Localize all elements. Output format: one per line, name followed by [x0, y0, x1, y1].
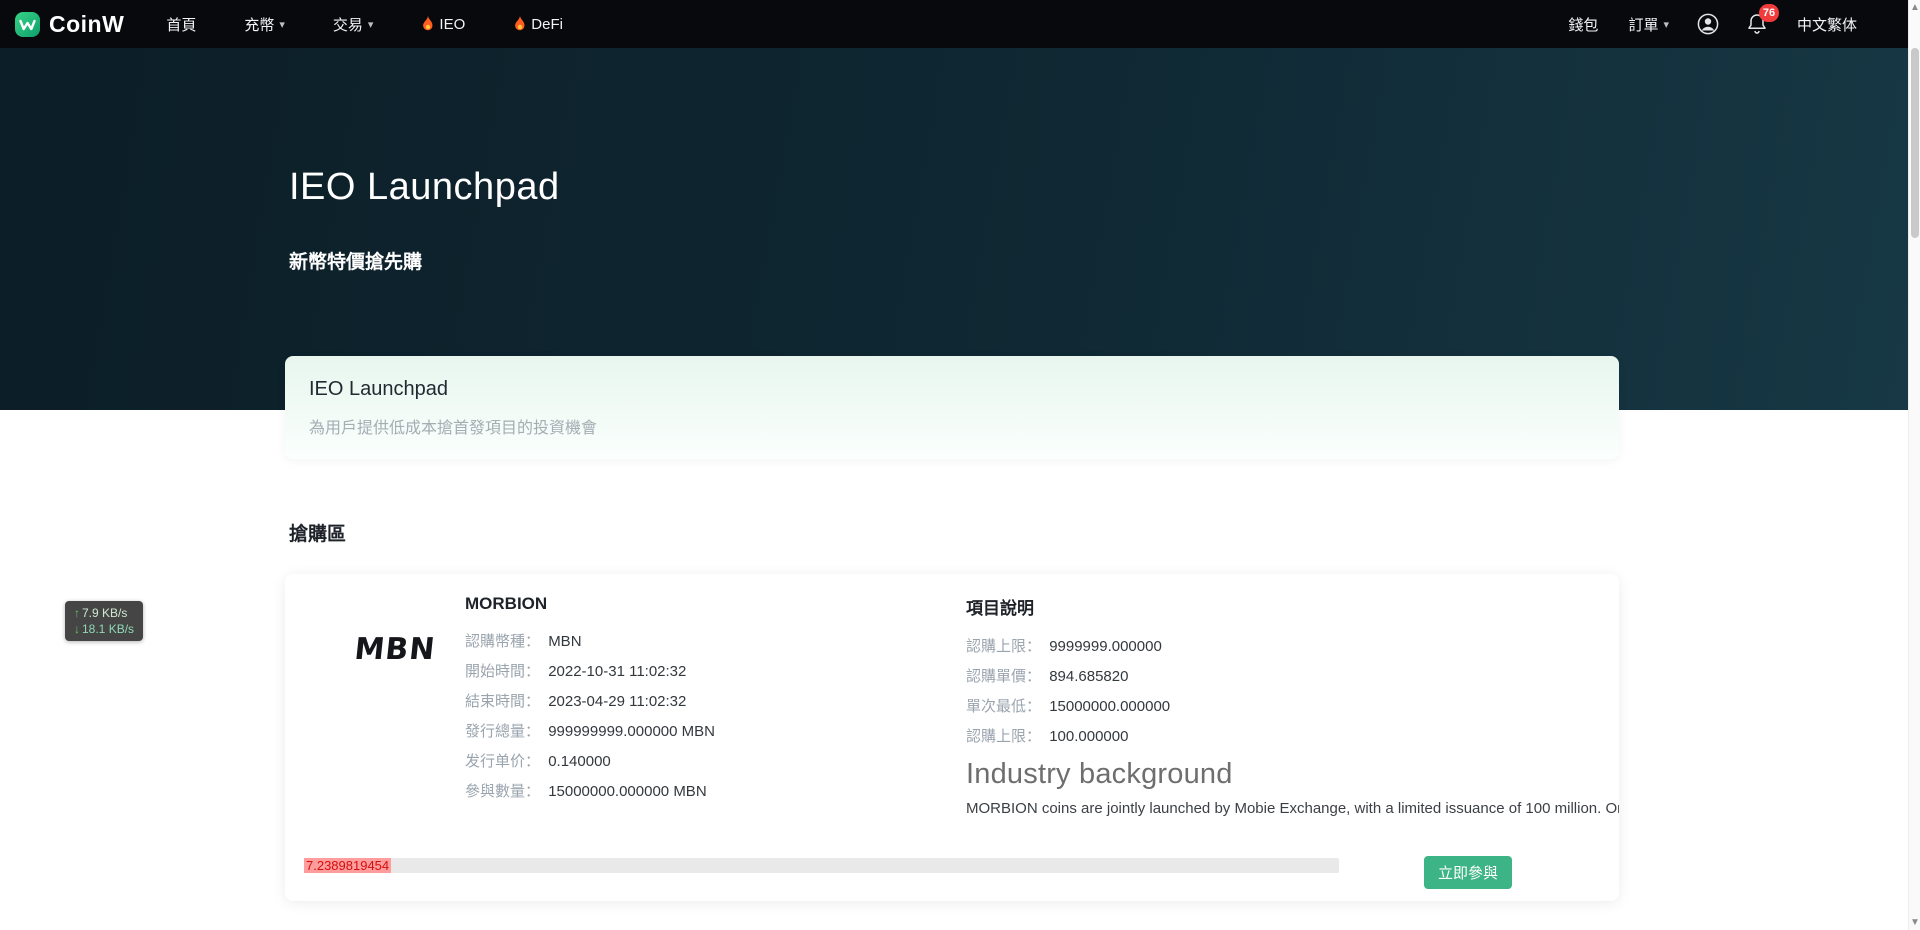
intro-description: 為用戶提供低成本搶首發項目的投資機會 [309, 414, 1595, 438]
description-title: 項目說明 [966, 594, 1619, 619]
scrollbar-thumb[interactable] [1911, 48, 1919, 238]
main-content: IEO Launchpad 為用戶提供低成本搶首發項目的投資機會 搶購區 MBN… [285, 356, 1619, 901]
detail-label: 參與數量： [465, 783, 540, 800]
page-title: IEO Launchpad [289, 166, 1920, 209]
progress-value: 7.2389819454 [304, 858, 391, 873]
project-card: MBN MORBION 認購幣種： MBN 開始時間： 2022-10-31 1… [285, 574, 1619, 901]
upload-arrow-icon: ↑ [74, 606, 80, 620]
nav-label: 訂單 [1628, 14, 1658, 35]
project-name: MORBION [465, 594, 945, 614]
subscription-progress-bar: 7.2389819454 [304, 858, 1339, 873]
download-arrow-icon: ↓ [74, 622, 80, 636]
nav-item-ieo[interactable]: IEO [421, 16, 465, 33]
table-row: 發行總量： 999999999.000000 MBN [465, 717, 945, 747]
section-title: 搶購區 [285, 519, 1619, 546]
nav-item-deposit[interactable]: 充幣 ▾ [244, 14, 285, 35]
scroll-down-arrow-icon[interactable]: ▼ [1909, 917, 1920, 928]
nav-label: 交易 [333, 14, 363, 35]
detail-label: 開始時間： [465, 663, 540, 680]
nav-label: 充幣 [244, 14, 274, 35]
detail-value: MBN [548, 633, 581, 650]
network-speed-overlay: ↑7.9 KB/s ↓18.1 KB/s [65, 601, 143, 641]
detail-value: 9999999.000000 [1049, 638, 1162, 655]
nav-item-home[interactable]: 首頁 [166, 14, 196, 35]
nav-label: IEO [439, 16, 465, 33]
detail-label: 結束時間： [465, 693, 540, 710]
scroll-up-arrow-icon[interactable]: ▲ [1909, 2, 1920, 13]
table-row: 認購單價： 894.685820 [966, 662, 1619, 692]
detail-label: 單次最低： [966, 698, 1041, 715]
table-row: 認購上限： 9999999.000000 [966, 632, 1619, 662]
table-row: 單次最低： 15000000.000000 [966, 692, 1619, 722]
detail-value: 2022-10-31 11:02:32 [548, 663, 686, 680]
project-info-column: MORBION 認購幣種： MBN 開始時間： 2022-10-31 11:02… [465, 594, 945, 807]
table-row: 開始時間： 2022-10-31 11:02:32 [465, 657, 945, 687]
detail-value: 15000000.000000 [1049, 698, 1170, 715]
nav-item-wallet[interactable]: 錢包 [1568, 14, 1598, 35]
language-selector[interactable]: 中文繁体 [1797, 14, 1857, 35]
coinw-logo[interactable]: CoinW [14, 11, 124, 38]
table-row: 認購幣種： MBN [465, 627, 945, 657]
detail-value: 2023-04-29 11:02:32 [548, 693, 686, 710]
table-row: 參與數量： 15000000.000000 MBN [465, 777, 945, 807]
detail-label: 发行单价： [465, 753, 540, 770]
nav-label: DeFi [531, 16, 563, 33]
detail-value: 894.685820 [1049, 668, 1128, 685]
fire-icon [513, 16, 527, 32]
ieo-intro-card: IEO Launchpad 為用戶提供低成本搶首發項目的投資機會 [285, 356, 1619, 459]
nav-label: 中文繁体 [1797, 14, 1857, 35]
notification-bell[interactable]: 76 [1747, 13, 1767, 35]
detail-value: 999999999.000000 MBN [548, 723, 715, 740]
detail-value: 100.000000 [1049, 728, 1128, 745]
detail-label: 發行總量： [465, 723, 540, 740]
vertical-scrollbar[interactable]: ▲ ▼ [1908, 0, 1920, 930]
table-row: 发行单价： 0.140000 [465, 747, 945, 777]
user-avatar[interactable] [1697, 13, 1719, 35]
user-icon [1697, 13, 1719, 35]
nav-label: 首頁 [166, 14, 196, 35]
project-logo: MBN [328, 632, 462, 667]
intro-title: IEO Launchpad [309, 378, 1595, 401]
nav-item-orders[interactable]: 訂單 ▾ [1628, 14, 1669, 35]
upload-speed: 7.9 KB/s [82, 606, 127, 620]
nav-item-trade[interactable]: 交易 ▾ [333, 14, 374, 35]
detail-label: 認購上限： [966, 728, 1041, 745]
download-speed: 18.1 KB/s [82, 622, 134, 636]
main-nav: 首頁 充幣 ▾ 交易 ▾ IEO DeFi [166, 14, 611, 35]
detail-value: 0.140000 [548, 753, 611, 770]
chevron-down-icon: ▾ [279, 18, 285, 31]
page-subtitle: 新幣特價搶先購 [289, 247, 1920, 274]
coinw-logo-icon [14, 11, 41, 38]
article-text: MORBION coins are jointly launched by Mo… [966, 800, 1619, 817]
top-navbar: CoinW 首頁 充幣 ▾ 交易 ▾ IEO [0, 0, 1920, 48]
chevron-down-icon: ▾ [1663, 18, 1669, 31]
join-now-button[interactable]: 立即參與 [1424, 856, 1512, 889]
brand-name: CoinW [49, 11, 124, 38]
nav-label: 錢包 [1568, 14, 1598, 35]
fire-icon [421, 16, 435, 32]
detail-label: 認購幣種： [465, 633, 540, 650]
notification-badge: 76 [1759, 4, 1779, 22]
detail-value: 15000000.000000 MBN [548, 783, 706, 800]
detail-label: 認購上限： [966, 638, 1041, 655]
article-heading: Industry background [966, 758, 1619, 791]
nav-item-defi[interactable]: DeFi [513, 16, 563, 33]
project-description-column: 項目說明 認購上限： 9999999.000000 認購單價： 894.6858… [966, 594, 1619, 817]
detail-label: 認購單價： [966, 668, 1041, 685]
table-row: 結束時間： 2023-04-29 11:02:32 [465, 687, 945, 717]
chevron-down-icon: ▾ [368, 18, 374, 31]
table-row: 認購上限： 100.000000 [966, 722, 1619, 752]
